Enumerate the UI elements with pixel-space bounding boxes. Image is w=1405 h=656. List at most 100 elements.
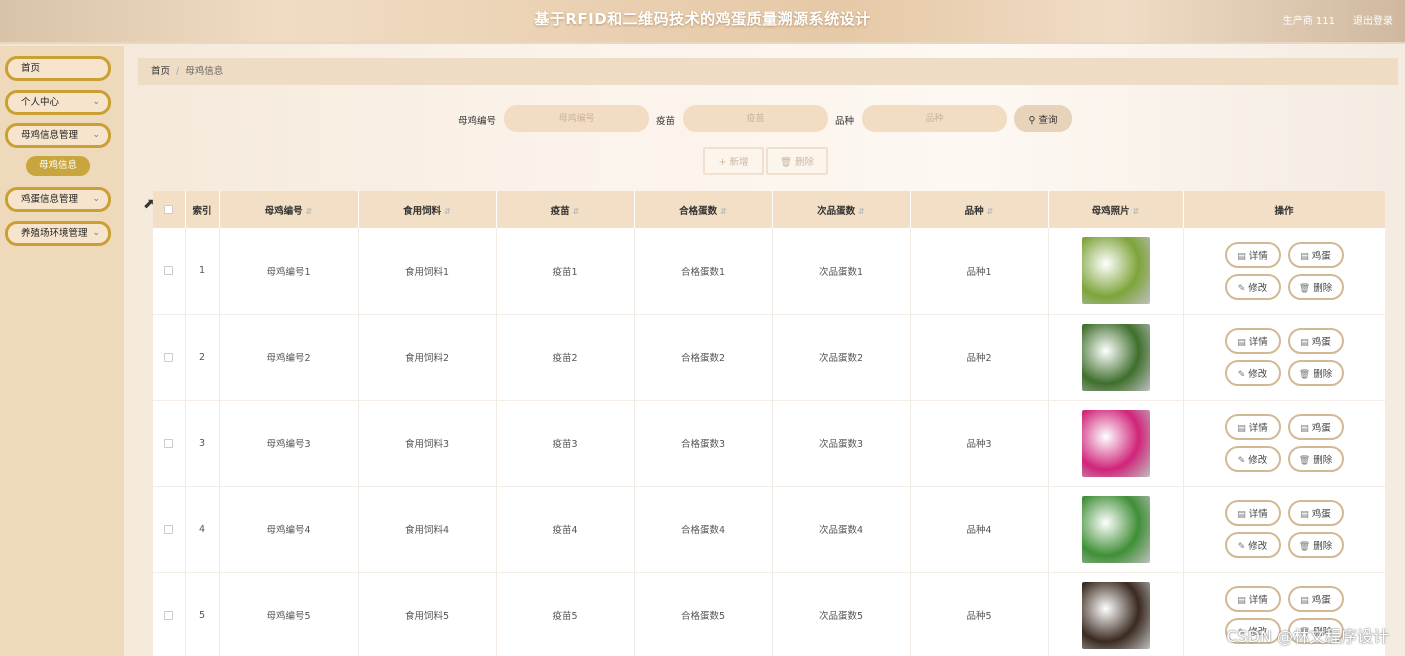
column-header-label: 索引 [192,205,212,217]
batch-delete-button-label: 删除 [795,157,815,168]
logout-link[interactable]: 退出登录 [1353,12,1393,27]
sort-icon[interactable]: ⇵ [987,207,994,216]
column-header-index: 索引 [185,191,220,228]
sort-icon[interactable]: ⇵ [858,207,865,216]
column-header-actions: 操作 [1183,191,1385,228]
delete-button[interactable]: 🗑 删除 [1287,360,1344,386]
row-defective-eggs: 次品蛋数1 [772,228,911,315]
sidebar-item-hen-management[interactable]: 母鸡信息管理 ⌄ [5,123,111,148]
current-user: 生产商 111 [1282,16,1335,27]
column-header-breed[interactable]: 品种 ⇵ [910,191,1049,228]
plus-icon: + [718,157,727,168]
egg-button-label: 鸡蛋 [1311,337,1331,348]
document-icon: ▤ [1300,510,1309,520]
row-checkbox[interactable] [164,524,174,534]
detail-button[interactable]: ▤ 详情 [1224,328,1281,354]
table-row: 3 母鸡编号3 食用饲料3 疫苗3 合格蛋数3 次品蛋数3 品种3 ▤ 详情 ▤ 鸡蛋 ✎ 修改 🗑 删除 [153,400,1385,487]
row-feed: 食用饲料1 [358,228,497,315]
sort-icon[interactable]: ⇵ [306,207,313,216]
egg-button[interactable]: ▤ 鸡蛋 [1287,586,1344,612]
edit-button[interactable]: ✎ 修改 [1224,446,1281,472]
sidebar-item-label: 首页 [21,63,41,74]
search-label-breed: 品种 [835,116,855,127]
document-icon: ▤ [1300,251,1309,262]
row-photo-cell [1048,572,1184,656]
row-actions-cell: ▤ 详情 ▤ 鸡蛋 ✎ 修改 🗑 删除 [1183,400,1385,487]
document-icon: ▤ [1300,596,1309,606]
delete-button[interactable]: 🗑 删除 [1287,273,1344,300]
submenu-item-hen-info[interactable]: 母鸡信息 [26,156,90,176]
row-checkbox[interactable] [164,266,174,276]
row-breed: 品种2 [910,314,1049,401]
mouse-cursor-icon: ⬈ [143,196,155,212]
row-good-eggs: 合格蛋数2 [634,314,773,401]
select-all-checkbox[interactable] [164,205,174,214]
sidebar-item-egg-management[interactable]: 鸡蛋信息管理 ⌄ [5,187,111,212]
detail-button[interactable]: ▤ 详情 [1224,586,1281,612]
pencil-icon: ✎ [1237,370,1246,380]
search-label-vaccine: 疫苗 [656,116,676,127]
row-checkbox[interactable] [164,352,174,362]
sort-icon[interactable]: ⇵ [1133,207,1140,216]
trash-icon: 🗑 [1298,370,1311,380]
chevron-down-icon: ⌄ [92,194,100,204]
egg-button[interactable]: ▤ 鸡蛋 [1287,241,1344,268]
query-button[interactable]: ⚲ 查询 [1014,105,1072,132]
egg-button[interactable]: ▤ 鸡蛋 [1287,414,1344,440]
sort-icon[interactable]: ⇵ [720,207,727,216]
search-label-hen-code: 母鸡编号 [458,116,497,127]
column-header-good-eggs[interactable]: 合格蛋数 ⇵ [634,191,773,228]
trash-icon: 🗑 [1298,283,1311,294]
pencil-icon: ✎ [1237,283,1246,294]
delete-button-label: 删除 [1313,282,1333,294]
hen-photo[interactable] [1081,237,1150,305]
hen-photo[interactable] [1081,581,1150,649]
delete-button[interactable]: 🗑 删除 [1287,446,1344,472]
column-header-vaccine[interactable]: 疫苗 ⇵ [496,191,635,228]
row-breed: 品种5 [910,572,1049,656]
delete-button[interactable]: 🗑 删除 [1287,532,1344,558]
hen-code-search-input[interactable] [504,105,649,132]
hen-photo[interactable] [1081,323,1150,391]
edit-button-label: 修改 [1248,369,1268,380]
detail-button[interactable]: ▤ 详情 [1224,500,1281,526]
edit-button[interactable]: ✎ 修改 [1224,273,1281,300]
column-header-label: 合格蛋数 [679,205,718,217]
row-vaccine: 疫苗3 [496,400,635,487]
detail-button[interactable]: ▤ 详情 [1224,414,1281,440]
add-button[interactable]: + 新增 [703,147,764,175]
breadcrumb-home[interactable]: 首页 [151,66,170,77]
column-header-feed[interactable]: 食用饲料 ⇵ [358,191,497,228]
breadcrumb-current: 母鸡信息 [185,66,224,77]
column-header-hen-code[interactable]: 母鸡编号 ⇵ [219,191,359,228]
egg-button[interactable]: ▤ 鸡蛋 [1287,500,1344,526]
hen-photo[interactable] [1081,495,1150,563]
sidebar-item-home[interactable]: 首页 [5,56,111,81]
row-vaccine: 疫苗5 [496,572,635,656]
row-actions-cell: ▤ 详情 ▤ 鸡蛋 ✎ 修改 🗑 删除 [1183,314,1385,401]
column-header-photo[interactable]: 母鸡照片 ⇵ [1048,191,1184,228]
breed-search-input[interactable] [862,105,1007,132]
batch-delete-button[interactable]: 🗑 删除 [766,147,828,175]
row-index: 3 [185,400,220,487]
row-feed: 食用饲料4 [358,486,497,573]
row-checkbox[interactable] [164,610,174,620]
edit-button[interactable]: ✎ 修改 [1224,532,1281,558]
sort-icon[interactable]: ⇵ [444,207,451,216]
sidebar-item-farm-environment[interactable]: 养殖场环境管理 ⌄ [5,221,111,246]
chevron-down-icon: ⌄ [92,228,100,238]
detail-button[interactable]: ▤ 详情 [1224,241,1281,268]
hen-photo[interactable] [1081,409,1150,477]
row-hen-code: 母鸡编号2 [219,314,359,401]
sidebar: 首页 个人中心 ⌄ 母鸡信息管理 ⌄ 母鸡信息 鸡蛋信息管理 ⌄ 养殖场环境管理… [0,46,124,656]
edit-button[interactable]: ✎ 修改 [1224,360,1281,386]
row-checkbox[interactable] [164,438,174,448]
sidebar-item-personal-center[interactable]: 个人中心 ⌄ [5,90,111,115]
sort-icon[interactable]: ⇵ [573,207,580,216]
row-feed: 食用饲料2 [358,314,497,401]
egg-button[interactable]: ▤ 鸡蛋 [1287,328,1344,354]
row-index: 2 [185,314,220,401]
vaccine-search-input[interactable] [683,105,828,132]
column-header-defective-eggs[interactable]: 次品蛋数 ⇵ [772,191,911,228]
row-good-eggs: 合格蛋数3 [634,400,773,487]
